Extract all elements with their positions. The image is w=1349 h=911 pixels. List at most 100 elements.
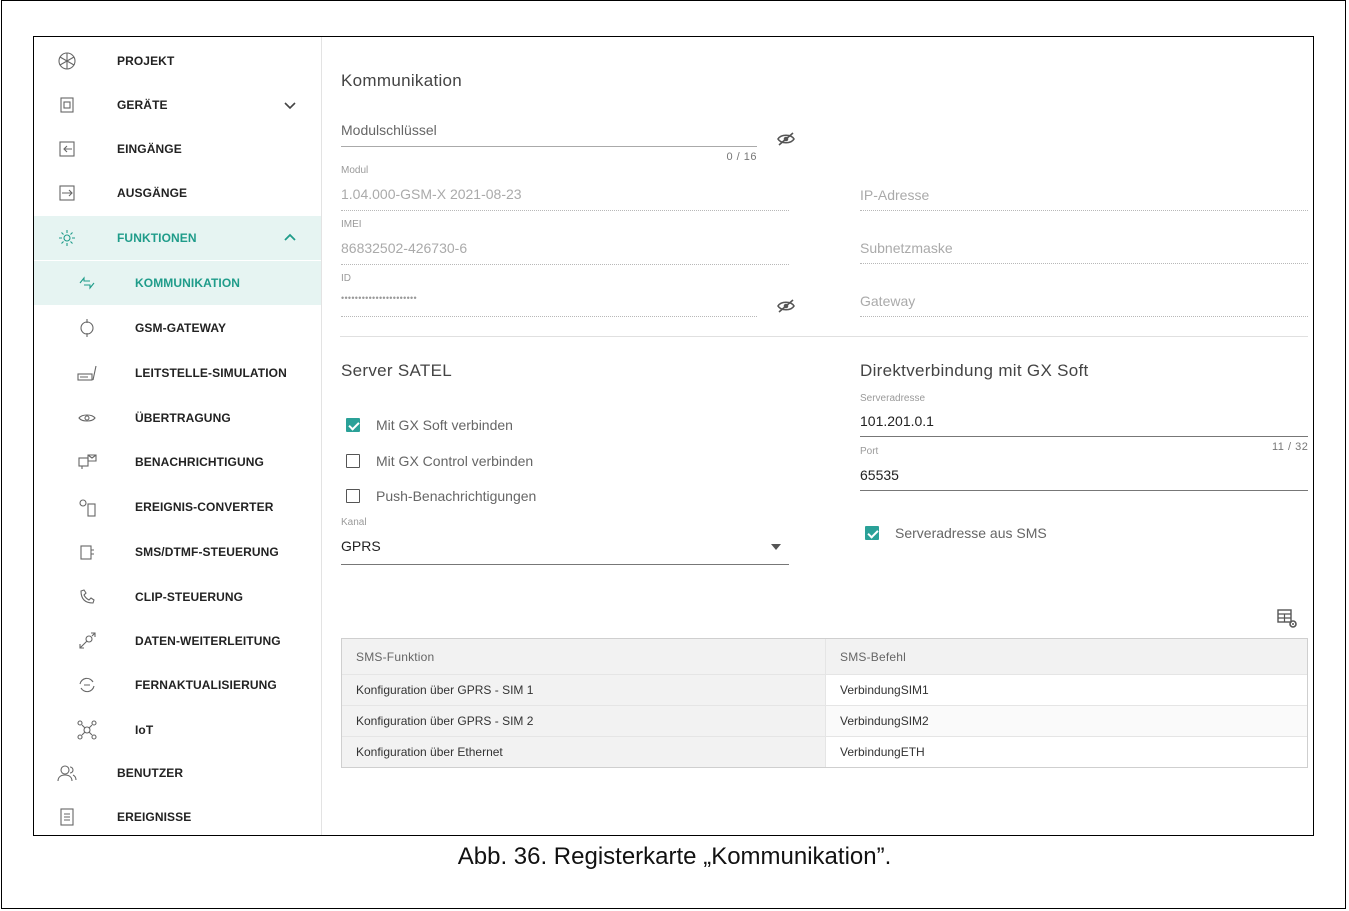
subnet-mask-placeholder: Subnetzmaske <box>860 240 953 256</box>
table-row[interactable]: Konfiguration über GPRS - SIM 1 Verbindu… <box>342 674 1307 705</box>
id-underline <box>341 316 757 317</box>
gateway-placeholder: Gateway <box>860 293 916 309</box>
id-value: •••••••••••••••••••••• <box>341 293 417 303</box>
page-title: Kommunikation <box>341 71 463 90</box>
app-window: PROJEKT GERÄTE EINGÄNGE AUSGÄNGE FUNKTIO… <box>33 36 1314 836</box>
sidebar-item-projekt[interactable]: PROJEKT <box>34 39 321 83</box>
sidebar-item-label: KOMMUNIKATION <box>135 276 241 290</box>
table-row[interactable]: Konfiguration über GPRS - SIM 2 Verbindu… <box>342 705 1307 736</box>
checkbox-label: Mit GX Soft verbinden <box>376 417 513 433</box>
imei-label: IMEI <box>341 219 362 230</box>
checkbox-checked[interactable] <box>865 526 879 540</box>
module-key-underline <box>341 146 757 147</box>
sidebar-item-label: BENACHRICHTIGUNG <box>135 455 264 469</box>
eye-off-icon[interactable] <box>777 132 795 146</box>
table-cell[interactable]: VerbindungSIM1 <box>825 675 1307 705</box>
sidebar-item-funktionen[interactable]: FUNKTIONEN <box>34 216 321 260</box>
server-address-value: 101.201.0.1 <box>860 413 934 429</box>
users-icon <box>56 762 78 784</box>
sidebar-item-label: IoT <box>135 723 154 737</box>
sidebar-item-kommunikation[interactable]: KOMMUNIKATION <box>34 261 321 305</box>
channel-value: GPRS <box>341 538 381 554</box>
checkbox-checked[interactable] <box>346 418 360 432</box>
ip-address-placeholder: IP-Adresse <box>860 187 930 203</box>
checkbox-label: Serveradresse aus SMS <box>895 525 1047 541</box>
table-header-cell[interactable]: SMS-Befehl <box>825 639 1307 674</box>
sidebar-item-label: PROJEKT <box>117 54 175 68</box>
sidebar-item-gsm-gateway[interactable]: GSM-GATEWAY <box>34 306 321 350</box>
gateway-field: Gateway <box>860 291 1308 319</box>
inputs-icon <box>56 138 78 160</box>
table-row[interactable]: Konfiguration über Ethernet VerbindungET… <box>342 736 1307 767</box>
sidebar-item-label: DATEN-WEITERLEITUNG <box>135 634 281 648</box>
project-icon <box>56 50 78 72</box>
server-address-label: Serveradresse <box>860 393 926 404</box>
table-cell[interactable]: VerbindungSIM2 <box>825 706 1307 736</box>
sidebar-item-label: BENUTZER <box>117 766 184 780</box>
gx-control-checkbox[interactable]: Mit GX Control verbinden <box>346 453 533 469</box>
sidebar: PROJEKT GERÄTE EINGÄNGE AUSGÄNGE FUNKTIO… <box>34 37 322 835</box>
sidebar-item-ereignis-converter[interactable]: EREIGNIS-CONVERTER <box>34 485 321 529</box>
checkbox-unchecked[interactable] <box>346 454 360 468</box>
sidebar-item-ereignisse[interactable]: EREIGNISSE <box>34 795 321 835</box>
dropdown-arrow-icon[interactable] <box>771 544 781 550</box>
eye-off-icon[interactable] <box>777 299 795 313</box>
communication-icon <box>76 272 98 294</box>
events-icon <box>56 806 78 828</box>
id-field: ID •••••••••••••••••••••• <box>341 273 757 319</box>
channel-underline <box>341 564 789 565</box>
channel-select[interactable]: Kanal GPRS <box>341 517 789 565</box>
devices-icon <box>56 94 78 116</box>
checkbox-unchecked[interactable] <box>346 489 360 503</box>
port-field[interactable]: Port 65535 <box>860 446 1308 492</box>
table-cell[interactable]: VerbindungETH <box>825 737 1307 767</box>
iot-icon <box>76 719 98 741</box>
sidebar-item-benachrichtigung[interactable]: BENACHRICHTIGUNG <box>34 440 321 484</box>
sidebar-item-label: EREIGNIS-CONVERTER <box>135 500 274 514</box>
ip-address-underline <box>860 210 1308 211</box>
chevron-up-icon[interactable] <box>282 230 298 246</box>
monitoring-station-icon <box>76 362 98 384</box>
sms-dtmf-icon <box>76 541 98 563</box>
server-address-field[interactable]: Serveradresse 101.201.0.1 <box>860 393 1308 439</box>
direct-connection-title: Direktverbindung mit GX Soft <box>860 361 1089 380</box>
checkbox-label: Push-Benachrichtigungen <box>376 488 537 504</box>
sidebar-item-daten-weiterleitung[interactable]: DATEN-WEITERLEITUNG <box>34 619 321 663</box>
table-header-cell[interactable]: SMS-Funktion <box>342 639 825 674</box>
sidebar-item-uebertragung[interactable]: ÜBERTRAGUNG <box>34 396 321 440</box>
event-converter-icon <box>76 496 98 518</box>
sidebar-item-label: FUNKTIONEN <box>117 231 197 245</box>
subnet-mask-field: Subnetzmaske <box>860 238 1308 266</box>
table-cell: Konfiguration über Ethernet <box>342 737 825 767</box>
push-notifications-checkbox[interactable]: Push-Benachrichtigungen <box>346 488 536 504</box>
sidebar-item-clip-steuerung[interactable]: CLIP-STEUERUNG <box>34 575 321 619</box>
gsm-gateway-icon <box>76 317 98 339</box>
sidebar-item-label: ÜBERTRAGUNG <box>135 411 231 425</box>
sidebar-item-ausgaenge[interactable]: AUSGÄNGE <box>34 171 321 215</box>
sidebar-item-geraete[interactable]: GERÄTE <box>34 83 321 127</box>
table-cell: Konfiguration über GPRS - SIM 1 <box>342 675 825 705</box>
sidebar-item-label: EINGÄNGE <box>117 142 182 156</box>
sidebar-item-benutzer[interactable]: BENUTZER <box>34 751 321 795</box>
server-address-underline <box>860 436 1308 437</box>
chevron-down-icon[interactable] <box>282 97 298 113</box>
sidebar-item-fernaktualisierung[interactable]: FERNAKTUALISIERUNG <box>34 663 321 707</box>
sidebar-item-label: EREIGNISSE <box>117 810 192 824</box>
sidebar-item-eingaenge[interactable]: EINGÄNGE <box>34 127 321 171</box>
module-key-field[interactable]: Modulschlüssel 0 / 16 <box>341 120 757 166</box>
gx-soft-checkbox[interactable]: Mit GX Soft verbinden <box>346 417 513 433</box>
sidebar-item-iot[interactable]: IoT <box>34 708 321 752</box>
gateway-underline <box>860 316 1308 317</box>
module-field: Modul 1.04.000-GSM-X 2021-08-23 <box>341 165 789 211</box>
sms-server-address-checkbox[interactable]: Serveradresse aus SMS <box>865 525 1047 541</box>
table-settings-icon[interactable] <box>1277 609 1299 629</box>
sidebar-item-leitstelle-simulation[interactable]: LEITSTELLE-SIMULATION <box>34 351 321 395</box>
clip-phone-icon <box>76 586 98 608</box>
sidebar-item-sms-dtmf[interactable]: SMS/DTMF-STEUERUNG <box>34 530 321 574</box>
channel-label: Kanal <box>341 517 367 528</box>
gear-icon <box>56 227 78 249</box>
imei-value: 86832502-426730-6 <box>341 240 468 256</box>
eye-icon <box>76 407 98 429</box>
table-cell: Konfiguration über GPRS - SIM 2 <box>342 706 825 736</box>
section-divider <box>340 336 1308 337</box>
